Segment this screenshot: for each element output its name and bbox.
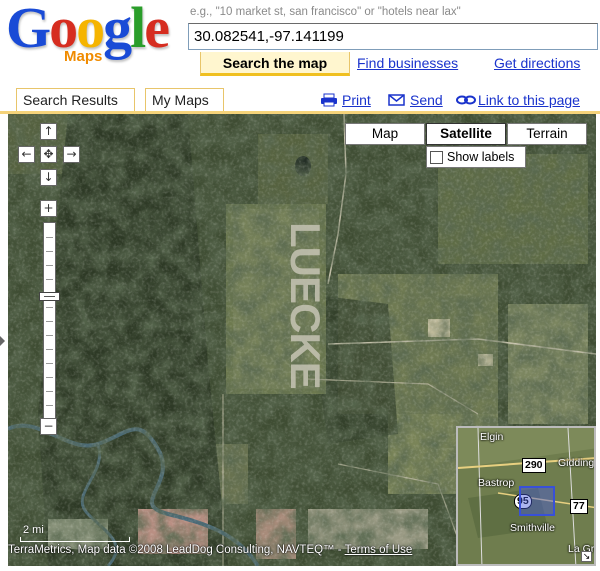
tab-search-results[interactable]: Search Results <box>16 88 135 112</box>
show-labels-toggle[interactable]: Show labels <box>426 146 526 168</box>
overview-viewport-box[interactable] <box>519 486 555 516</box>
find-businesses-link[interactable]: Find businesses <box>357 55 458 71</box>
overview-place: Bastrop <box>478 477 515 489</box>
zoom-slider-track[interactable] <box>43 222 56 422</box>
search-hint: e.g., "10 market st, san francisco" or "… <box>190 6 461 18</box>
map-type-satellite-button[interactable]: Satellite <box>426 123 506 145</box>
send-link[interactable]: Send <box>388 92 443 108</box>
collapse-panel-arrow-icon[interactable] <box>0 336 5 346</box>
map-attribution: TerraMetrics, Map data ©2008 LeadDog Con… <box>8 544 596 556</box>
zoom-in-button[interactable]: + <box>40 200 57 217</box>
send-label: Send <box>410 92 443 108</box>
overview-place: Elgin <box>480 431 504 443</box>
pan-down-button[interactable]: ↓ <box>40 169 57 186</box>
print-link[interactable]: Print <box>320 92 371 108</box>
logo-subtitle: Maps <box>64 48 103 65</box>
search-tabs: Search the map Find businesses Get direc… <box>190 52 600 76</box>
search-input[interactable] <box>188 23 598 50</box>
logo-letter: e <box>144 0 170 60</box>
pan-left-button[interactable]: ← <box>18 146 35 163</box>
pan-right-button[interactable]: → <box>63 146 80 163</box>
overview-place: Smithville <box>510 522 555 534</box>
logo-letter: g <box>103 0 132 60</box>
attribution-text: TerraMetrics, Map data ©2008 LeadDog Con… <box>8 544 345 556</box>
highway-shield: 77 <box>570 499 588 514</box>
pan-center-button[interactable]: ✥ <box>40 146 57 163</box>
map-viewport[interactable]: LUECKE Map Satellite Terrain Show labels… <box>8 114 596 566</box>
link-label: Link to this page <box>478 92 580 108</box>
show-labels-checkbox[interactable] <box>430 150 443 164</box>
ground-lettering: LUECKE <box>282 222 329 389</box>
zoom-slider-handle[interactable] <box>39 292 60 301</box>
overview-place: Giddings <box>558 457 596 469</box>
highway-shield: 290 <box>522 458 546 473</box>
tab-my-maps[interactable]: My Maps <box>145 88 224 112</box>
terms-of-use-link[interactable]: Terms of Use <box>345 544 413 556</box>
show-labels-label: Show labels <box>447 150 515 164</box>
logo-letter: G <box>6 0 51 60</box>
scale-line <box>20 537 130 542</box>
search-map-button[interactable]: Search the map <box>200 52 350 76</box>
logo-letter: l <box>130 0 146 60</box>
print-label: Print <box>342 92 371 108</box>
map-type-terrain-button[interactable]: Terrain <box>507 123 587 145</box>
link-to-page-link[interactable]: Link to this page <box>456 92 580 108</box>
printer-icon <box>320 93 338 107</box>
google-maps-logo[interactable]: Google Maps <box>6 0 178 72</box>
get-directions-link[interactable]: Get directions <box>494 55 580 71</box>
map-type-map-button[interactable]: Map <box>345 123 425 145</box>
zoom-out-button[interactable]: − <box>40 418 57 435</box>
pan-up-button[interactable]: ↑ <box>40 123 57 140</box>
envelope-icon <box>388 93 406 107</box>
scale-label: 2 mi <box>23 524 44 536</box>
chain-link-icon <box>456 93 476 107</box>
